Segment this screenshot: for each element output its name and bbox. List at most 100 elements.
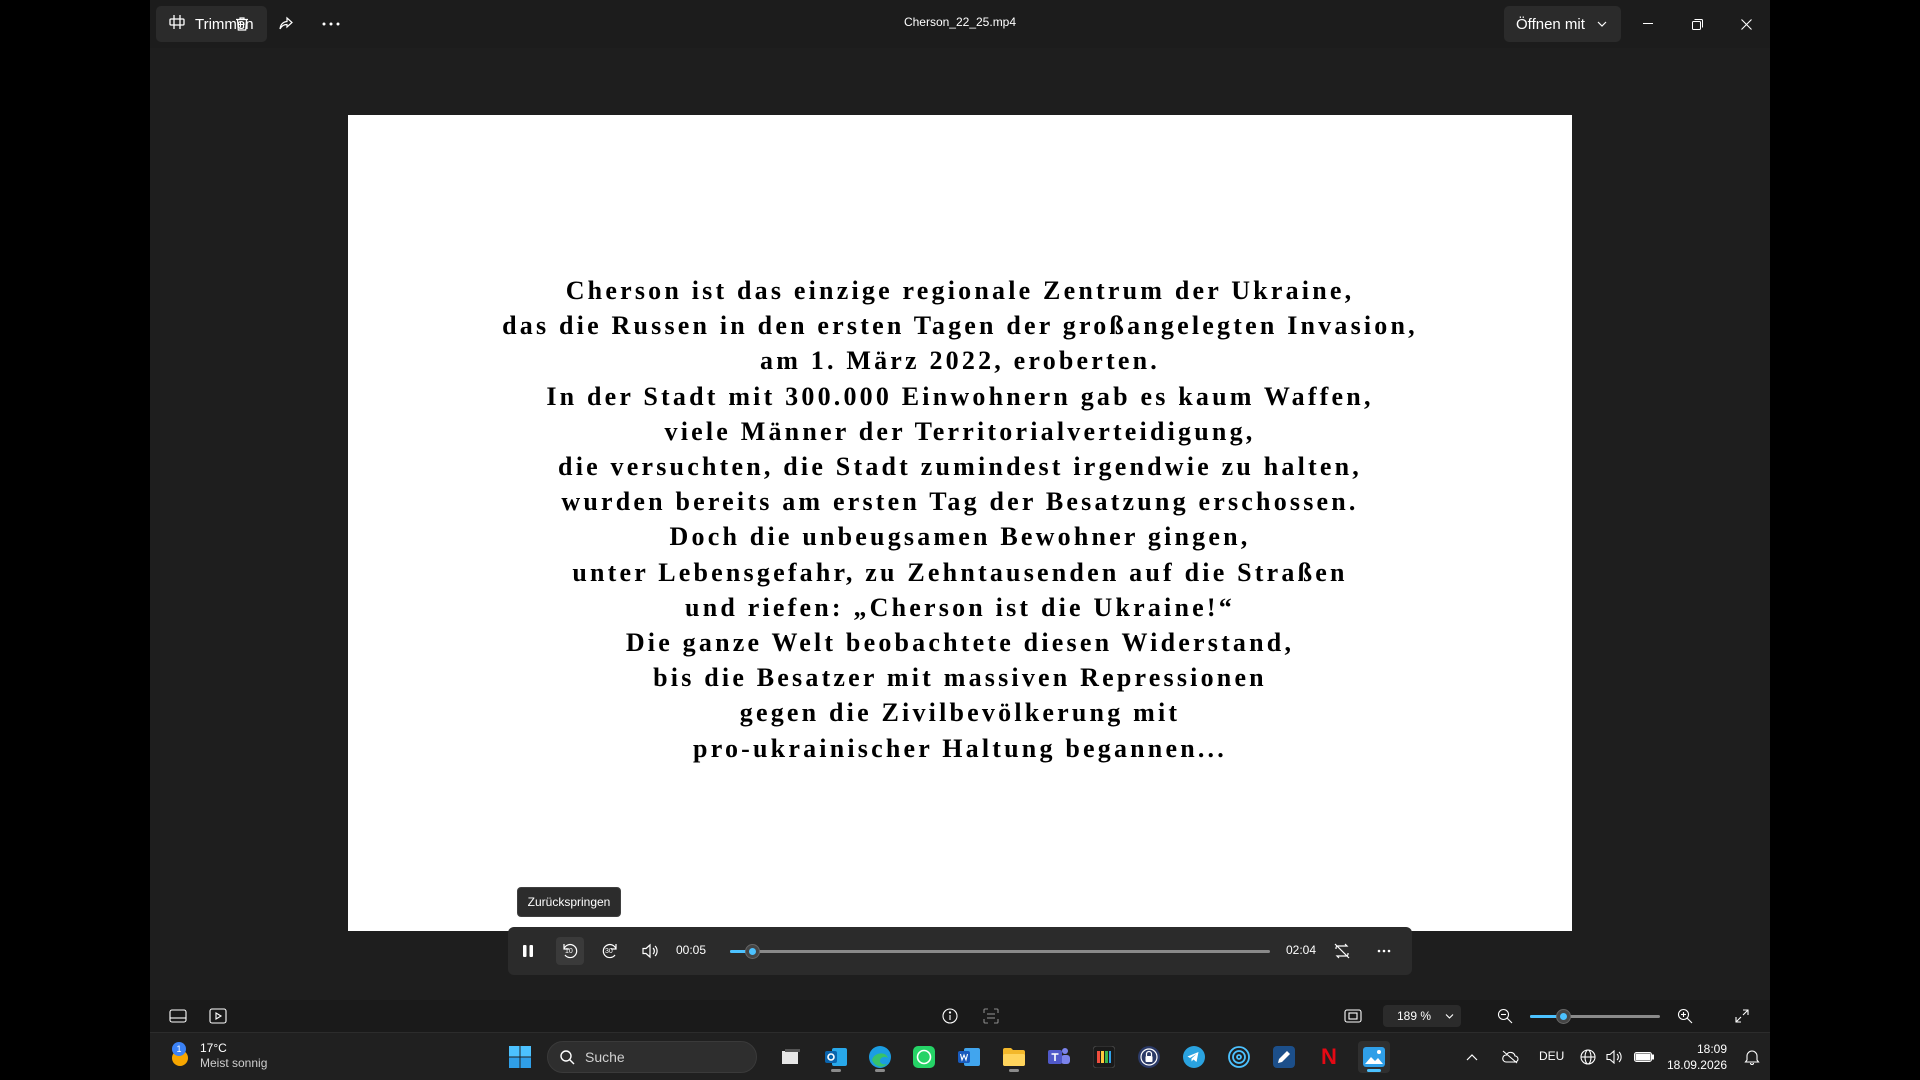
video-stage[interactable]: Cherson ist das einzige regionale Zentru… — [150, 48, 1770, 1000]
seek-bar-thumb[interactable] — [744, 944, 760, 959]
skip-forward-seconds: 30 — [605, 948, 613, 955]
running-indicator — [831, 1069, 841, 1072]
video-caption-line: Die ganze Welt beobachtete diesen Widers… — [625, 628, 1295, 658]
taskbar-task-view[interactable] — [775, 1041, 807, 1073]
video-caption-text: Cherson ist das einzige regionale Zentru… — [348, 273, 1572, 766]
cloud-off-icon — [1502, 1050, 1519, 1064]
volume-icon — [642, 943, 658, 959]
weather-description: Meist sonnig — [200, 1056, 268, 1070]
taskbar-search[interactable]: Suche — [547, 1041, 757, 1073]
volume-button[interactable] — [636, 937, 664, 965]
taskbar-outlook[interactable] — [820, 1041, 852, 1073]
pause-button[interactable] — [514, 937, 542, 965]
taskbar-clock[interactable]: 18:09 18.09.2026 — [1663, 1041, 1727, 1073]
video-caption-line: am 1. März 2022, eroberten. — [760, 346, 1160, 376]
taskbar-vpn[interactable] — [1133, 1041, 1165, 1073]
pen-app-icon — [1273, 1046, 1295, 1068]
video-caption-line: wurden bereits am ersten Tag der Besatzu… — [561, 487, 1359, 517]
start-button[interactable] — [504, 1041, 536, 1073]
teams-icon — [1048, 1048, 1070, 1064]
taskbar-pen-app[interactable] — [1268, 1041, 1300, 1073]
close-icon — [1740, 18, 1752, 30]
taskbar-spiral-app[interactable] — [1223, 1041, 1255, 1073]
chevron-down-icon — [1445, 1013, 1454, 1019]
tray-battery-button[interactable] — [1634, 1047, 1654, 1067]
video-caption-line: Doch die unbeugsamen Bewohner gingen, — [669, 522, 1251, 552]
clock-date: 18.09.2026 — [1666, 1058, 1727, 1072]
fit-to-window-button[interactable] — [1343, 1006, 1363, 1026]
repeat-button[interactable] — [1328, 937, 1356, 965]
taskbar-whatsapp[interactable] — [908, 1041, 940, 1073]
taskbar-edge[interactable] — [864, 1041, 896, 1073]
more-icon — [1377, 949, 1391, 953]
visual-search-button[interactable] — [981, 1006, 1001, 1026]
taskbar-file-explorer[interactable] — [998, 1041, 1030, 1073]
tray-network-button[interactable] — [1578, 1047, 1598, 1067]
weather-badge: 1 — [172, 1042, 186, 1056]
fit-window-icon — [1344, 1009, 1362, 1023]
minimize-button[interactable] — [1636, 12, 1660, 36]
media-player-window: Trimmen Cherson_22_25.mp4 Öffnen mit Che… — [150, 0, 1770, 1032]
slideshow-icon — [209, 1008, 227, 1024]
fullscreen-button[interactable] — [1732, 1006, 1752, 1026]
info-button[interactable] — [940, 1006, 960, 1026]
lock-shield-icon — [1138, 1046, 1160, 1068]
zoom-level-dropdown[interactable]: 189 % — [1383, 1005, 1461, 1027]
zoom-slider-thumb[interactable] — [1555, 1009, 1571, 1024]
filmstrip-icon — [169, 1009, 187, 1023]
controls-more-button[interactable] — [1370, 937, 1398, 965]
edge-icon — [869, 1046, 891, 1068]
tray-volume-button[interactable] — [1605, 1047, 1625, 1067]
filmstrip-button[interactable] — [168, 1006, 188, 1026]
zoom-in-icon — [1677, 1008, 1693, 1024]
spiral-icon — [1228, 1046, 1250, 1068]
active-indicator — [1367, 1069, 1381, 1072]
video-caption-line: gegen die Zivilbevölkerung mit — [739, 698, 1181, 728]
taskbar-media-player[interactable] — [1358, 1041, 1390, 1073]
weather-widget[interactable]: 1 17°C Meist sonnig — [168, 1041, 267, 1071]
chevron-down-icon — [1597, 21, 1607, 27]
zoom-slider[interactable] — [1530, 1009, 1660, 1024]
taskbar-word[interactable] — [953, 1041, 985, 1073]
video-caption-line: und riefen: „Cherson ist die Ukraine!“ — [685, 592, 1235, 622]
restore-icon — [1691, 18, 1703, 30]
running-indicator — [1009, 1069, 1019, 1072]
bell-icon — [1744, 1050, 1760, 1065]
media-controls: 10 30 00:05 02:04 — [508, 927, 1412, 975]
skip-back-tooltip: Zurückspringen — [517, 887, 621, 917]
running-indicator — [875, 1069, 885, 1072]
keyboard-language[interactable]: DEU — [1539, 1049, 1564, 1063]
taskbar-telegram[interactable] — [1178, 1041, 1210, 1073]
video-caption-line: bis die Besatzer mit massiven Repression… — [653, 663, 1267, 693]
bottom-toolbar: 189 % — [150, 1000, 1770, 1032]
skip-back-seconds: 10 — [565, 948, 573, 955]
skip-back-button[interactable]: 10 — [556, 937, 584, 965]
tray-overflow-button[interactable] — [1462, 1047, 1482, 1067]
zoom-in-button[interactable] — [1675, 1006, 1695, 1026]
task-view-icon — [782, 1049, 800, 1064]
search-icon — [560, 1049, 575, 1064]
video-caption-line: In der Stadt mit 300.000 Einwohnern gab … — [546, 381, 1374, 411]
seek-bar[interactable] — [730, 944, 1270, 959]
skip-forward-button[interactable]: 30 — [596, 937, 624, 965]
taskbar-netflix[interactable]: N — [1313, 1041, 1345, 1073]
info-icon — [942, 1008, 958, 1024]
globe-icon — [1580, 1049, 1596, 1065]
word-icon — [958, 1048, 980, 1066]
slideshow-button[interactable] — [208, 1006, 228, 1026]
video-caption-line: die versuchten, die Stadt zumindest irge… — [558, 452, 1362, 482]
tray-onedrive-button[interactable] — [1500, 1047, 1520, 1067]
zoom-out-button[interactable] — [1495, 1006, 1515, 1026]
sun-icon: 1 — [168, 1042, 192, 1068]
taskbar-teams[interactable] — [1043, 1041, 1075, 1073]
close-button[interactable] — [1734, 12, 1758, 36]
notifications-button[interactable] — [1742, 1047, 1762, 1067]
color-app-icon — [1093, 1046, 1115, 1068]
folder-icon — [1003, 1048, 1025, 1066]
taskbar-colored-app[interactable] — [1088, 1041, 1120, 1073]
video-frame[interactable]: Cherson ist das einzige regionale Zentru… — [348, 115, 1572, 931]
search-placeholder: Suche — [585, 1049, 625, 1065]
restore-button[interactable] — [1685, 12, 1709, 36]
open-with-button[interactable]: Öffnen mit — [1504, 6, 1621, 42]
video-caption-line: viele Männer der Territorialverteidigung… — [664, 416, 1256, 446]
